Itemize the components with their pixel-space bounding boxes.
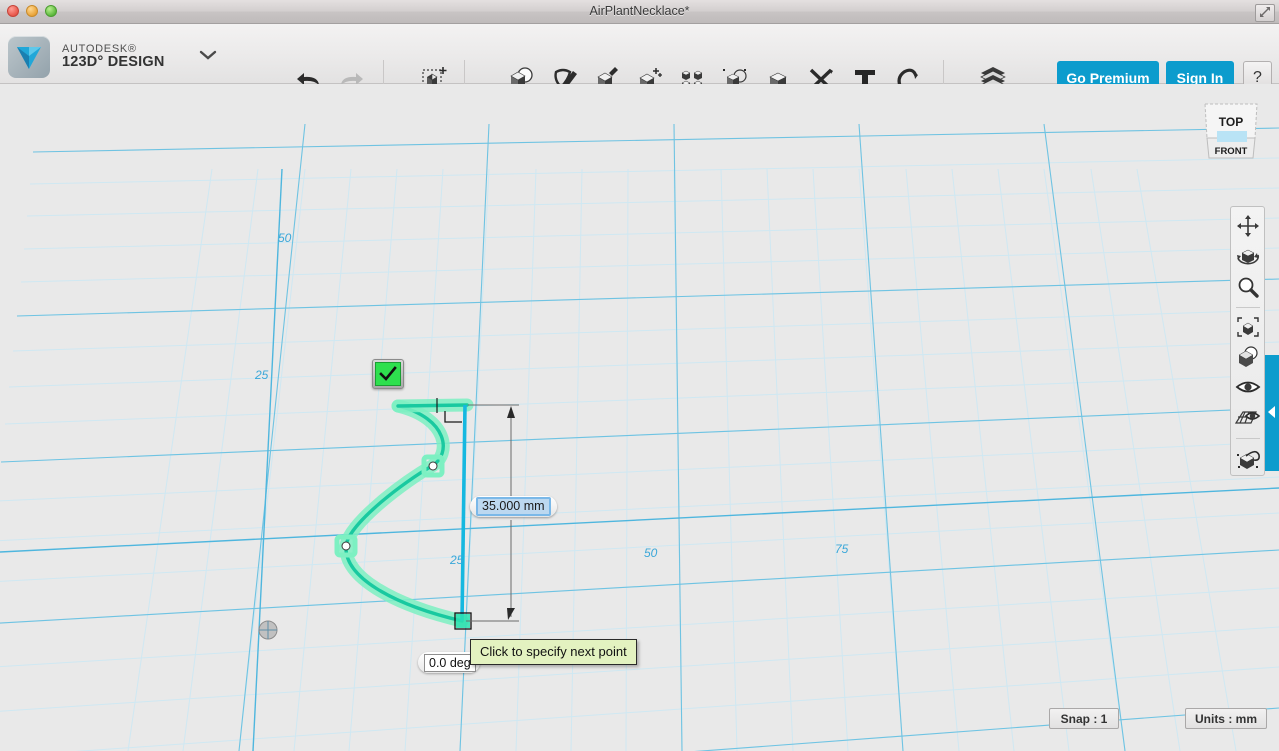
chevron-down-icon: [200, 50, 217, 60]
green-checkmark-icon: [375, 362, 401, 386]
window-title: AirPlantNecklace*: [589, 4, 690, 18]
view-cube[interactable]: TOP FRONT: [1195, 98, 1267, 164]
fullscreen-icon: [1260, 7, 1270, 17]
dimension-value-field[interactable]: 35.000 mm: [476, 497, 551, 516]
application-toolbar: AUTODESK® 123D° DESIGN Go Premium Sign I…: [0, 24, 1279, 98]
app-window: AirPlantNecklace* AUTODESK® 123D° DESIGN: [0, 0, 1279, 751]
section-tool-button[interactable]: [1233, 445, 1263, 471]
brand-text: AUTODESK® 123D° DESIGN: [62, 43, 164, 71]
grid-label: 50: [278, 231, 292, 245]
units-status-box[interactable]: Units : mm: [1185, 708, 1267, 729]
construction-grid: [0, 123, 1279, 751]
accept-sketch-button[interactable]: [372, 359, 404, 389]
grid-label: 25: [450, 553, 464, 567]
rail-divider: [1235, 437, 1260, 439]
brand-line-2: 123D° DESIGN: [62, 54, 165, 71]
right-panel-expander[interactable]: [1265, 355, 1279, 471]
zoom-tool-button[interactable]: [1233, 274, 1263, 300]
fit-to-window-icon: [1236, 317, 1259, 337]
rail-divider: [1235, 306, 1260, 308]
visibility-tool-button[interactable]: [1233, 374, 1263, 400]
grid-label: 25: [255, 368, 269, 382]
autodesk-123d-logo: [8, 36, 50, 78]
title-bar: AirPlantNecklace*: [0, 0, 1279, 24]
fullscreen-button[interactable]: [1255, 4, 1275, 22]
grid-label: 75: [835, 542, 849, 556]
grid-label: 50: [644, 546, 658, 560]
dimension-input-pill[interactable]: 35.000 mm: [470, 496, 557, 517]
main-menu-button[interactable]: [198, 48, 218, 66]
grid-eye-icon: [1234, 411, 1260, 424]
viewport-canvas[interactable]: 50 25 25 50 75 TOP FRONT 35.000 mm 0.0 d…: [0, 84, 1279, 751]
orbit-tool-button[interactable]: [1233, 243, 1263, 269]
chevron-left-icon: [1268, 406, 1275, 418]
navigation-tool-rail: [1230, 206, 1265, 476]
viewcube-top-label: TOP: [1219, 115, 1243, 129]
sketch-hint-tooltip: Click to specify next point: [470, 639, 637, 665]
pan-arrows-icon: [1236, 215, 1259, 238]
view-style-tool-button[interactable]: [1233, 344, 1263, 370]
viewcube-front-label: FRONT: [1215, 146, 1248, 157]
grid-snap-tool-button[interactable]: [1233, 405, 1263, 431]
cube-lasso-icon: [1236, 450, 1260, 469]
eye-icon: [1235, 382, 1260, 393]
orbit-cube-icon: [1236, 250, 1259, 265]
fit-tool-button[interactable]: [1233, 314, 1263, 340]
snap-status-box[interactable]: Snap : 1: [1049, 708, 1119, 729]
magnifier-icon: [1238, 277, 1259, 298]
angle-value-field[interactable]: 0.0 deg: [424, 653, 476, 672]
brand-area[interactable]: AUTODESK® 123D° DESIGN: [8, 36, 218, 78]
pan-tool-button[interactable]: [1233, 213, 1263, 239]
cube-shading-icon: [1237, 346, 1258, 368]
